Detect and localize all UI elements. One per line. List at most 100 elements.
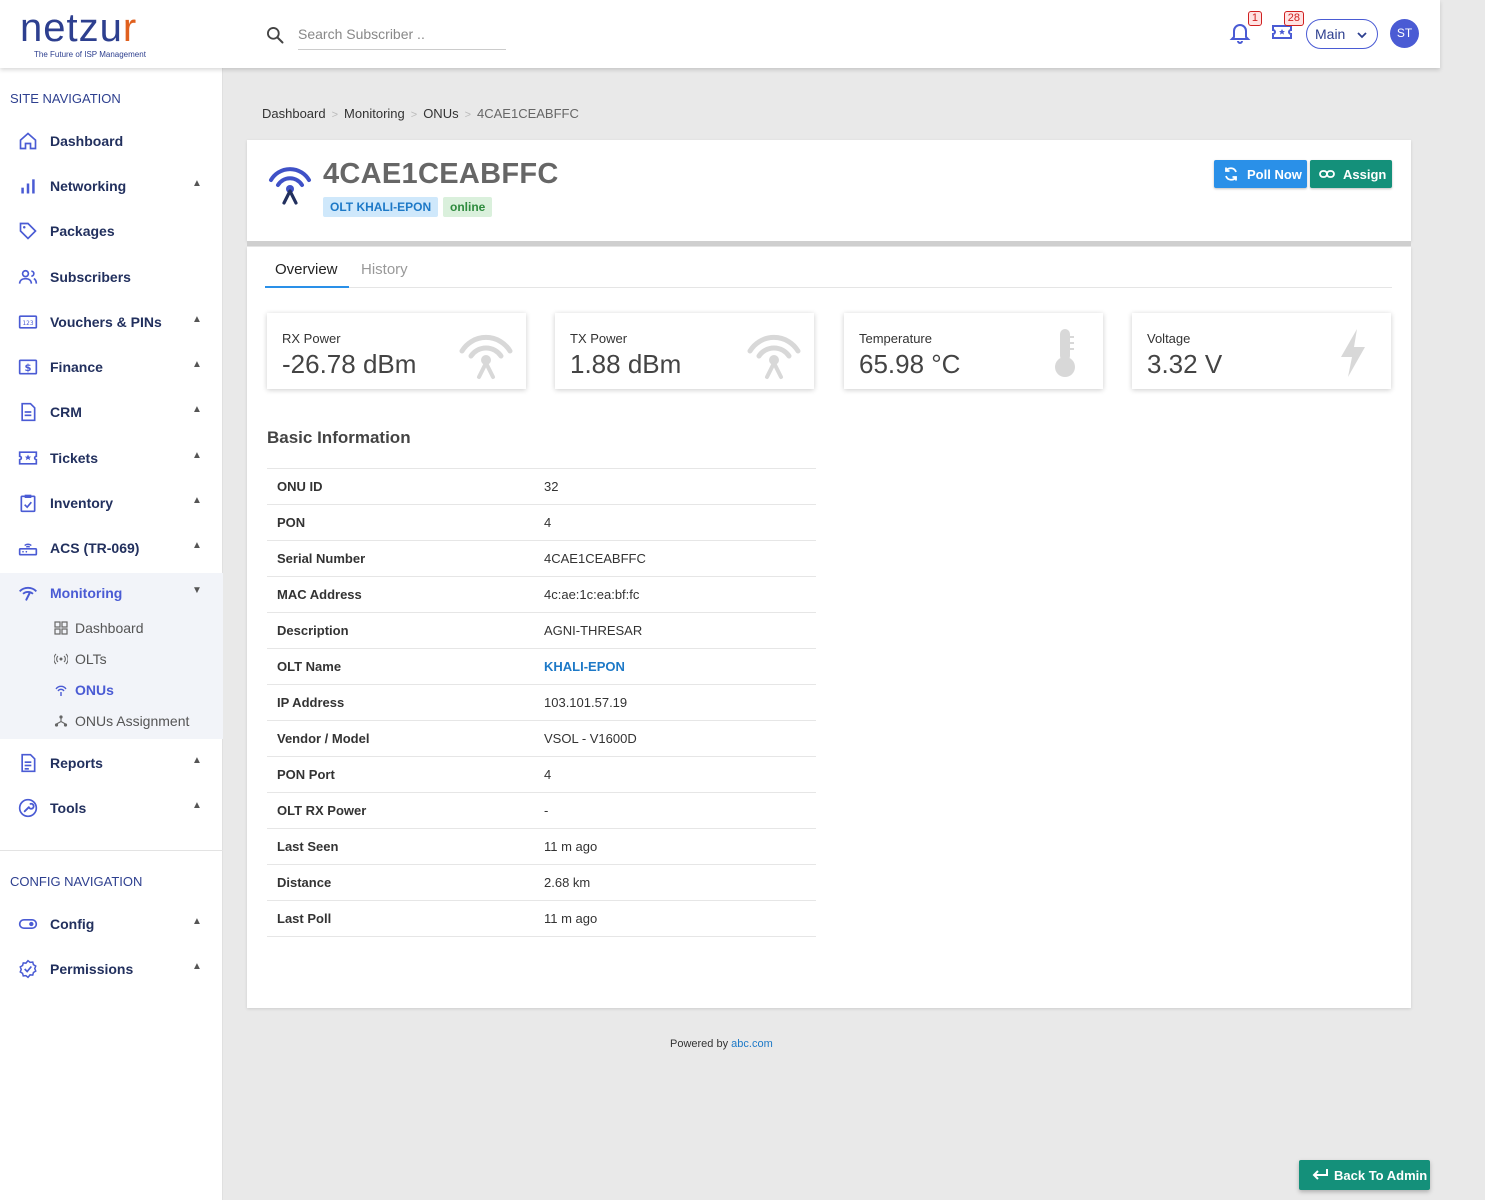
assign-button[interactable]: Assign: [1310, 160, 1392, 188]
sidebar-item-tools[interactable]: Tools ▲: [0, 788, 223, 828]
sidebar-item-label: Networking: [50, 178, 127, 194]
back-to-admin-label: Back To Admin: [1334, 1168, 1428, 1183]
svg-text:$: $: [25, 363, 32, 374]
temperature-card: Temperature 65.98 °C: [844, 313, 1103, 389]
breadcrumb-separator: >: [331, 109, 339, 121]
sidebar-item-inventory[interactable]: Inventory ▲: [0, 483, 223, 523]
sidebar-item-networking[interactable]: Networking ▲: [0, 166, 223, 206]
sidebar-item-label: Dashboard: [50, 133, 124, 149]
sidebar-item-monitoring[interactable]: Monitoring ▼: [0, 573, 223, 613]
sidebar-item-subscribers[interactable]: Subscribers: [0, 257, 223, 297]
main-workspace-select[interactable]: Main: [1306, 19, 1378, 49]
rx-power-card: RX Power -26.78 dBm: [267, 313, 526, 389]
olt-badge: OLT KHALI-EPON: [323, 197, 439, 217]
table-row: Description AGNI-THRESAR: [267, 612, 816, 649]
breadcrumb-dashboard[interactable]: Dashboard: [262, 106, 326, 121]
stat-value: 1.88 dBm: [570, 349, 682, 379]
dollar-icon: $: [18, 359, 38, 375]
row-key: Vendor / Model: [267, 720, 534, 757]
poll-now-button[interactable]: Poll Now: [1214, 160, 1307, 188]
row-key: IP Address: [267, 684, 534, 721]
footer-link[interactable]: abc.com: [731, 1038, 773, 1050]
breadcrumb-onus[interactable]: ONUs: [423, 106, 458, 121]
bar-chart-icon: [21, 179, 35, 194]
breadcrumb-current: 4CAE1CEABFFC: [477, 106, 579, 121]
sidebar-item-label: Packages: [50, 223, 115, 239]
antenna-icon: [747, 334, 801, 379]
stat-label: Voltage: [1147, 331, 1191, 346]
row-value: 4c:ae:1c:ea:bf:fc: [534, 576, 816, 613]
expand-arrow-icon: ▲: [192, 961, 202, 972]
title-divider: [247, 241, 1411, 246]
row-value: -: [534, 792, 816, 829]
expand-arrow-icon: ▲: [192, 800, 202, 811]
site-navigation-heading: SITE NAVIGATION: [10, 91, 121, 106]
notifications-button[interactable]: 1: [1228, 11, 1262, 48]
onu-title-card: 4CAE1CEABFFC OLT KHALI-EPON online Poll …: [247, 140, 1411, 241]
row-key: Last Seen: [267, 828, 534, 865]
svg-text:123: 123: [22, 321, 33, 327]
sidebar-item-config[interactable]: Config ▲: [0, 904, 223, 944]
table-row: Last Seen 11 m ago: [267, 828, 816, 865]
tab-bar: Overview History: [265, 247, 1392, 288]
user-avatar[interactable]: ST: [1390, 19, 1419, 48]
row-value: 2.68 km: [534, 864, 816, 901]
sidebar-item-vouchers-pins[interactable]: 123 Vouchers & PINs ▲: [0, 302, 223, 342]
sidebar-item-permissions[interactable]: Permissions ▲: [0, 949, 223, 989]
sidebar-item-label: Vouchers & PINs: [50, 314, 162, 330]
grid-icon: [54, 621, 68, 635]
sidebar-item-finance[interactable]: $ Finance ▲: [0, 347, 223, 387]
expand-arrow-icon: ▲: [192, 359, 202, 370]
bolt-icon: [1341, 329, 1365, 377]
voltage-card: Voltage 3.32 V: [1132, 313, 1391, 389]
signal-monitor-icon: [19, 586, 37, 601]
sub-item-olts[interactable]: OLTs: [0, 645, 223, 673]
verified-badge-icon: [19, 959, 37, 979]
return-arrow-icon: [1312, 1169, 1328, 1180]
row-key: Description: [267, 612, 534, 649]
link-icon: [1319, 170, 1335, 178]
table-row: Last Poll 11 m ago: [267, 900, 816, 937]
router-icon: [18, 543, 38, 556]
sidebar-item-label: Reports: [50, 755, 103, 771]
stat-label: Temperature: [859, 331, 932, 346]
table-row: IP Address 103.101.57.19: [267, 684, 816, 721]
row-key: OLT RX Power: [267, 792, 534, 829]
sidebar: SITE NAVIGATION Dashboard Networking ▲ P…: [0, 68, 223, 1200]
sub-item-label: ONUs: [75, 682, 114, 698]
sidebar-item-acs[interactable]: ACS (TR-069) ▲: [0, 528, 223, 568]
assign-label: Assign: [1343, 167, 1387, 182]
row-value: 32: [534, 468, 816, 505]
config-navigation-heading: CONFIG NAVIGATION: [10, 874, 143, 889]
status-badge: online: [443, 197, 493, 217]
tickets-button[interactable]: 28: [1270, 11, 1304, 48]
poll-now-label: Poll Now: [1247, 167, 1302, 182]
netzur-logo[interactable]: netzur The Future of ISP Management: [20, 8, 160, 60]
sidebar-item-tickets[interactable]: Tickets ▲: [0, 438, 223, 478]
sidebar-item-dashboard[interactable]: Dashboard: [0, 121, 223, 161]
logo-tagline: The Future of ISP Management: [34, 50, 146, 59]
expand-arrow-icon: ▲: [192, 495, 202, 506]
main-select-label: Main: [1315, 26, 1346, 42]
back-to-admin-button[interactable]: Back To Admin: [1299, 1160, 1430, 1190]
onu-details-card: Overview History RX Power -26.78 dBm TX …: [247, 247, 1411, 1008]
antenna-icon: [269, 167, 311, 205]
expand-arrow-icon: ▲: [192, 916, 202, 927]
row-key: Last Poll: [267, 900, 534, 937]
thermometer-icon: [1055, 329, 1075, 377]
row-key: Distance: [267, 864, 534, 901]
tab-overview[interactable]: Overview: [275, 261, 338, 278]
row-value: 4: [534, 756, 816, 793]
sidebar-item-packages[interactable]: Packages: [0, 211, 223, 251]
breadcrumb-monitoring[interactable]: Monitoring: [344, 106, 405, 121]
sub-item-monitoring-dashboard[interactable]: Dashboard: [0, 614, 223, 642]
tab-history[interactable]: History: [361, 261, 408, 278]
footer-text: Powered by: [670, 1038, 729, 1050]
olt-name-link[interactable]: KHALI-EPON: [534, 648, 816, 685]
sub-item-onus-assignment[interactable]: ONUs Assignment: [0, 707, 223, 735]
sidebar-item-crm[interactable]: CRM ▲: [0, 392, 223, 432]
table-row: PON Port 4: [267, 756, 816, 793]
sub-item-onus[interactable]: ONUs: [0, 676, 223, 704]
search-input[interactable]: [298, 18, 506, 50]
sidebar-item-reports[interactable]: Reports ▲: [0, 743, 223, 783]
